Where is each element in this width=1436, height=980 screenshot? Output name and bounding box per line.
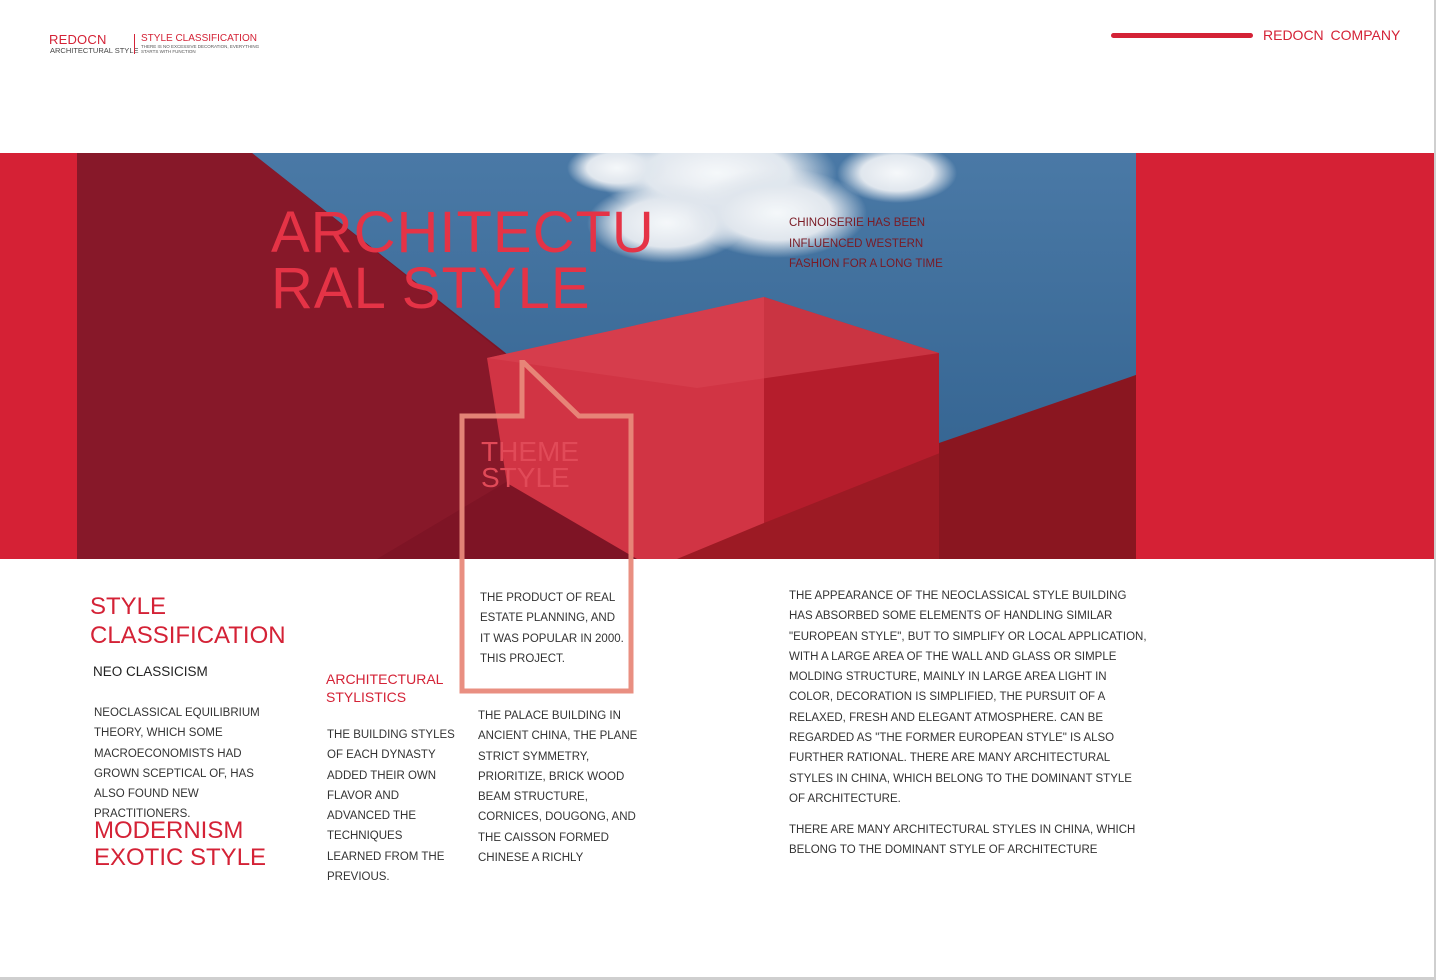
header-accent-line [1111,33,1253,38]
brand-subtitle: ARCHITECTURAL STYLE [50,46,139,55]
style-tagline: THERE IS NO EXCESSIVE DECORATION, EVERYT… [141,44,260,54]
hero-title: ARCHITECTU RAL STYLE [271,200,655,321]
architectural-stylistics-title-line-2: STYLISTICS [326,689,407,705]
style-classification-title-line-1: STYLE [90,593,167,620]
architectural-stylistics-body: THE BUILDING STYLES OF EACH DYNASTY ADDE… [327,729,455,884]
brand-name: REDOCN [49,32,107,47]
architectural-stylistics-title-line-1: ARCHITECTURAL [326,671,444,687]
theme-body: THE PRODUCT OF REAL ESTATE PLANNING, AND… [480,592,624,665]
theme-title-line-2: STYLE [481,462,570,493]
palace-body: THE PALACE BUILDING IN ANCIENT CHINA, TH… [478,710,638,865]
style-classification-title: STYLE CLASSIFICATION [90,593,286,650]
neo-classicism-subtitle: NEO CLASSICISM [93,664,208,679]
modernism-title: MODERNISM EXOTIC STYLE [94,817,266,871]
architectural-stylistics-title: ARCHITECTURAL STYLISTICS [326,670,443,706]
style-classification-title-line-2: CLASSIFICATION [90,621,286,649]
company-name: REDOCN COMPANY [1263,27,1401,43]
neoclassical-body-2: THERE ARE MANY ARCHITECTURAL STYLES IN C… [789,824,1136,857]
modernism-title-line-2: EXOTIC STYLE [94,844,267,871]
neo-classicism-body: NEOCLASSICAL EQUILIBRIUM THEORY, WHICH S… [94,707,260,821]
brand-divider [134,34,135,54]
style-classification-label: STYLE CLASSIFICATION [141,33,257,44]
hero-title-line-1: ARCHITECTU [271,200,655,265]
hero-note: CHINOISERIE HAS BEEN INFLUENCED WESTERN … [789,217,943,270]
hero-title-line-2: RAL STYLE [271,256,591,321]
neoclassical-body: THE APPEARANCE OF THE NEOCLASSICAL STYLE… [789,590,1147,805]
modernism-title-line-1: MODERNISM [94,817,244,844]
theme-title: THEME STYLE [481,438,579,493]
